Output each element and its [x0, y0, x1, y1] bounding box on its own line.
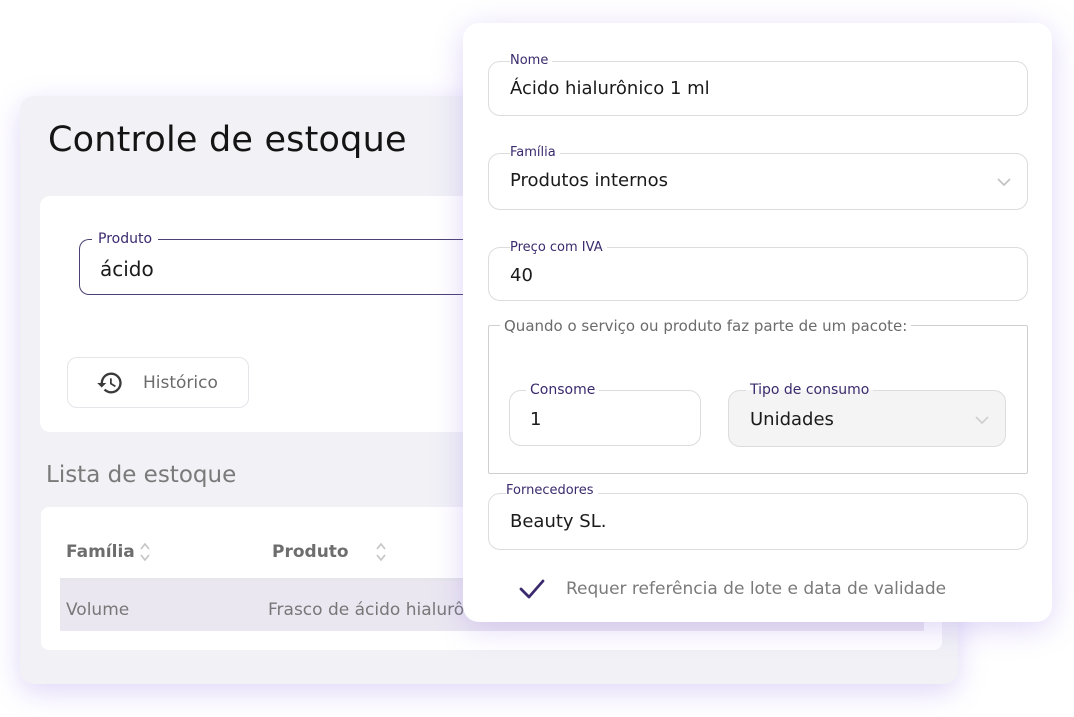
- tipo-consumo-label: Tipo de consumo: [746, 382, 874, 398]
- sort-icon: [375, 542, 386, 562]
- chevron-down-icon[interactable]: [996, 177, 1012, 187]
- consome-value[interactable]: 1: [530, 409, 541, 430]
- produto-search-label: Produto: [92, 231, 159, 247]
- column-header-produto[interactable]: Produto: [272, 540, 389, 564]
- preco-value[interactable]: 40: [510, 265, 533, 286]
- checkmark-icon[interactable]: [518, 577, 546, 601]
- chevron-down-icon[interactable]: [974, 415, 990, 425]
- nome-value[interactable]: Ácido hialurônico 1 ml: [510, 78, 710, 99]
- table-cell-produto: Frasco de ácido hialurô: [268, 600, 465, 620]
- table-cell-familia: Volume: [66, 600, 130, 620]
- lote-validade-checkbox[interactable]: Requer referência de lote e data de vali…: [518, 577, 946, 601]
- history-button-label: Histórico: [143, 372, 218, 393]
- produto-search-value[interactable]: ácido: [100, 257, 154, 281]
- history-icon: [97, 372, 122, 393]
- preco-label: Preço com IVA: [510, 240, 607, 255]
- tipo-consumo-value[interactable]: Unidades: [750, 409, 834, 430]
- familia-label: Família: [510, 145, 560, 160]
- consome-label: Consome: [526, 382, 600, 398]
- sort-icon: [140, 542, 150, 562]
- familia-value[interactable]: Produtos internos: [510, 170, 668, 191]
- fornecedores-value[interactable]: Beauty SL.: [510, 511, 606, 532]
- stock-list-title: Lista de estoque: [46, 462, 237, 488]
- history-button[interactable]: Histórico: [67, 357, 249, 408]
- page-title: Controle de estoque: [48, 120, 407, 160]
- package-group-legend: Quando o serviço ou produto faz parte de…: [500, 317, 912, 335]
- fornecedores-label: Fornecedores: [506, 483, 598, 498]
- column-header-familia[interactable]: Família: [66, 540, 151, 564]
- lote-validade-label: Requer referência de lote e data de vali…: [566, 579, 947, 599]
- nome-label: Nome: [510, 53, 553, 68]
- preco-input[interactable]: [488, 247, 1028, 301]
